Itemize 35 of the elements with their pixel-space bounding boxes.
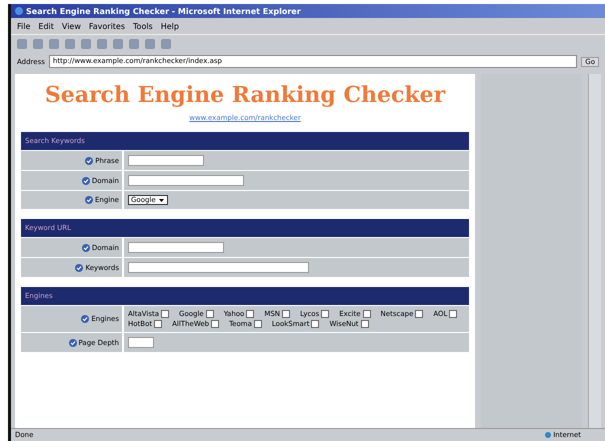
menu-item[interactable]: Favorites xyxy=(88,22,126,30)
check-icon xyxy=(85,156,94,164)
window-title: Search Engine Ranking Checker - Microsoft Internet Explorer xyxy=(11,4,605,18)
menu-item[interactable]: File xyxy=(17,22,30,30)
check-icon xyxy=(82,244,90,252)
check-icon xyxy=(85,196,93,204)
checkbox[interactable] xyxy=(254,320,262,328)
caret-icon xyxy=(158,196,165,204)
page-heading: Search Engine Ranking Checker xyxy=(44,82,446,108)
menu-item[interactable]: Help xyxy=(160,22,179,30)
checkbox[interactable] xyxy=(415,310,424,318)
check-icon xyxy=(75,264,84,272)
check-icon xyxy=(81,315,90,323)
checkbox[interactable] xyxy=(211,320,220,328)
menu-item[interactable]: View xyxy=(62,22,81,30)
checkbox[interactable] xyxy=(282,310,290,318)
checkbox[interactable] xyxy=(360,320,369,328)
menu-item[interactable]: Edit xyxy=(38,22,54,30)
checkbox[interactable] xyxy=(246,310,254,318)
check-icon xyxy=(82,176,90,184)
text-field[interactable] xyxy=(128,175,244,186)
checkbox[interactable] xyxy=(161,310,170,318)
checkbox[interactable] xyxy=(206,310,214,318)
scrollbar[interactable] xyxy=(588,74,601,428)
menu-item[interactable]: Tools xyxy=(133,22,153,30)
checkbox[interactable] xyxy=(154,320,162,328)
text-field[interactable] xyxy=(128,155,204,166)
check-icon xyxy=(68,338,76,346)
checkbox[interactable] xyxy=(311,320,320,328)
text-field[interactable] xyxy=(128,337,154,348)
checkbox[interactable] xyxy=(321,310,330,318)
text-field[interactable] xyxy=(128,242,224,253)
text-field[interactable] xyxy=(128,262,309,273)
checkbox[interactable] xyxy=(362,310,371,318)
checkbox[interactable] xyxy=(449,310,458,318)
